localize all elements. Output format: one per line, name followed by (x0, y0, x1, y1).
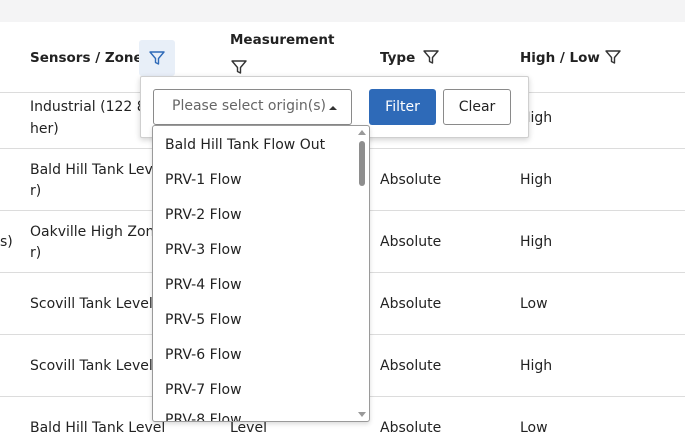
high-low-value: High (520, 172, 553, 188)
column-header-high-low: High / Low (520, 50, 600, 66)
dropdown-option[interactable]: PRV-7 Flow (165, 380, 242, 400)
dropdown-option[interactable]: PRV-6 Flow (165, 345, 242, 365)
sensor-name: Scovill Tank Level (30, 296, 153, 312)
type-filter-icon[interactable] (422, 48, 440, 66)
select-placeholder: Please select origin(s) (172, 98, 327, 114)
column-header-measurement: Measurement (230, 32, 335, 48)
sensor-name-cont: her) (30, 121, 59, 137)
type-value: Absolute (380, 296, 442, 312)
truncated-cell: s) (0, 234, 13, 250)
top-bar (0, 0, 685, 22)
clear-button[interactable]: Clear (443, 89, 511, 125)
measurement-filter-icon[interactable] (230, 58, 248, 76)
scroll-down-arrow-icon[interactable] (358, 412, 366, 417)
sensor-name-cont: r) (30, 245, 42, 261)
origin-select[interactable]: Please select origin(s) (153, 89, 352, 125)
sensor-name: Bald Hill Tank Leve (30, 162, 162, 178)
dropdown-option[interactable]: PRV-2 Flow (165, 205, 242, 225)
scroll-up-arrow-icon[interactable] (358, 130, 366, 135)
high-low-value: Low (520, 296, 548, 312)
dropdown-option[interactable]: PRV-3 Flow (165, 240, 242, 260)
dropdown-option[interactable]: PRV-4 Flow (165, 275, 242, 295)
dropdown-option[interactable]: PRV-1 Flow (165, 170, 242, 190)
sensor-name: Scovill Tank Level (30, 358, 153, 374)
origin-dropdown-list: Bald Hill Tank Flow Out PRV-1 Flow PRV-2… (152, 125, 370, 422)
sensor-name-cont: r) (30, 183, 42, 199)
sensor-name: Industrial (122 83 (30, 99, 155, 115)
caret-up-icon (329, 106, 337, 110)
column-header-sensors-zones: Sensors / Zones (30, 50, 151, 66)
dropdown-option[interactable]: Bald Hill Tank Flow Out (165, 135, 325, 155)
type-value: Absolute (380, 234, 442, 250)
sensor-name: Bald Hill Tank Level (30, 420, 166, 434)
high-low-value: High (520, 234, 553, 250)
filter-button[interactable]: Filter (369, 89, 436, 125)
scrollbar-thumb[interactable] (359, 141, 365, 186)
high-low-value: Low (520, 420, 548, 434)
type-value: Absolute (380, 172, 442, 188)
high-low-filter-icon[interactable] (604, 48, 622, 66)
high-low-value: High (520, 358, 553, 374)
filter-icon (148, 49, 166, 67)
column-header-type: Type (380, 50, 416, 66)
dropdown-option[interactable]: PRV-5 Flow (165, 310, 242, 330)
sensor-name: Oakville High Zone (30, 224, 163, 240)
dropdown-option[interactable]: PRV-8 Flow (165, 410, 242, 421)
type-value: Absolute (380, 420, 442, 434)
type-value: Absolute (380, 358, 442, 374)
